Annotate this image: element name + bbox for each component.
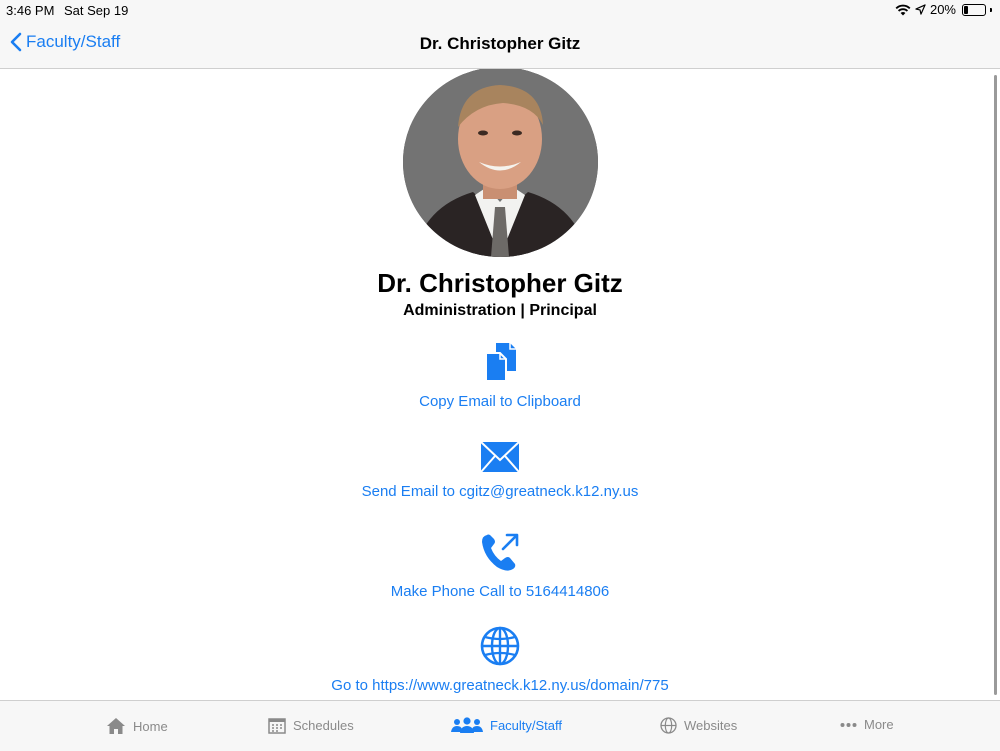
profile-role: Administration | Principal <box>403 302 597 319</box>
wifi-icon <box>895 4 911 15</box>
tab-schedules[interactable]: Schedules <box>268 717 354 734</box>
tab-faculty-staff-label: Faculty/Staff <box>490 717 563 733</box>
globe-icon <box>660 717 677 734</box>
status-indicators: 20% <box>895 2 992 17</box>
status-date: Sat Sep 19 <box>64 3 129 18</box>
globe-icon <box>480 626 520 666</box>
profile-content[interactable]: Dr. Christopher Gitz Administration | Pr… <box>0 69 1000 700</box>
copy-email-button[interactable]: Copy Email to Clipboard <box>0 341 1000 410</box>
send-email-button[interactable]: Send Email to cgitz@greatneck.k12.ny.us <box>0 441 1000 500</box>
open-website-button[interactable]: Go to https://www.greatneck.k12.ny.us/do… <box>0 625 1000 694</box>
phone-call-label: Make Phone Call to 5164414806 <box>390 583 610 600</box>
copy-email-label: Copy Email to Clipboard <box>419 393 581 410</box>
tab-home-label: Home <box>133 718 168 734</box>
battery-nub <box>990 7 992 12</box>
send-email-label: Send Email to cgitz@greatneck.k12.ny.us <box>361 483 639 500</box>
copy-documents-icon <box>485 343 516 382</box>
avatar <box>403 69 598 257</box>
tab-faculty-staff[interactable]: Faculty/Staff <box>451 717 562 733</box>
phone-outgoing-icon <box>482 533 519 571</box>
navigation-bar: Faculty/Staff Dr. Christopher Gitz <box>0 20 1000 69</box>
battery-fill <box>964 5 969 14</box>
page-title: Dr. Christopher Gitz <box>419 34 581 53</box>
scrollbar[interactable] <box>994 75 997 695</box>
calendar-icon <box>268 718 286 734</box>
tab-websites-label: Websites <box>684 718 738 733</box>
status-bar: 3:46 PM Sat Sep 19 20% <box>0 0 1000 20</box>
ellipsis-icon <box>840 722 857 727</box>
tab-websites[interactable]: Websites <box>660 717 737 734</box>
profile-name: Dr. Christopher Gitz <box>377 268 623 298</box>
people-icon <box>451 717 483 733</box>
tab-more-label: More <box>864 717 894 732</box>
battery-icon <box>962 3 986 16</box>
tab-home[interactable]: Home <box>106 717 168 735</box>
battery-percent: 20% <box>929 2 956 17</box>
location-arrow-icon <box>915 4 926 15</box>
status-time: 3:46 PM <box>6 3 55 18</box>
profile-photo <box>403 69 598 257</box>
website-label: Go to https://www.greatneck.k12.ny.us/do… <box>331 677 669 694</box>
phone-call-button[interactable]: Make Phone Call to 5164414806 <box>0 531 1000 600</box>
tab-schedules-label: Schedules <box>293 718 354 733</box>
house-icon <box>107 718 125 734</box>
tab-more[interactable]: More <box>840 717 894 732</box>
envelope-icon <box>480 441 520 473</box>
tab-bar: Home Schedules Faculty/Staff Websites Mo… <box>0 700 1000 751</box>
